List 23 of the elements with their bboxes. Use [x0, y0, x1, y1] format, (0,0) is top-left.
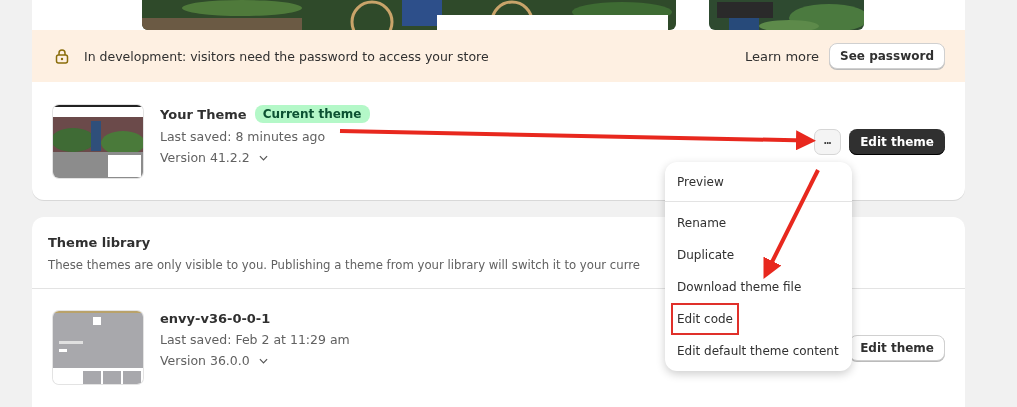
version-dropdown[interactable]: Version 36.0.0 [160, 353, 268, 368]
edit-theme-button[interactable]: Edit theme [849, 129, 945, 155]
version-dropdown[interactable]: Version 41.2.2 [160, 150, 268, 165]
see-password-button[interactable]: See password [829, 43, 945, 69]
theme-name: Your Theme [160, 106, 247, 122]
current-theme-badge: Current theme [254, 105, 370, 123]
lock-icon [54, 48, 70, 64]
menu-item[interactable]: Rename [671, 207, 733, 239]
section-description: These themes are only visible to you. Publishing a theme from your library will switch it to your curre [48, 258, 640, 272]
menu-item[interactable]: Preview [671, 166, 730, 198]
last-saved-text: Last saved: Feb 2 at 11:29 am [160, 332, 350, 347]
menu-item[interactable]: Download theme file [671, 271, 808, 303]
last-saved-text: Last saved: 8 minutes ago [160, 129, 326, 144]
menu-item[interactable]: Edit code [671, 303, 739, 335]
menu-item[interactable]: Edit default theme content [671, 335, 845, 367]
section-title: Theme library [48, 235, 152, 250]
learn-more-link[interactable]: Learn more [744, 48, 820, 64]
chevron-down-icon [258, 357, 268, 364]
banner-message: In development: visitors need the password to access your store [84, 48, 490, 64]
menu-item[interactable]: Duplicate [671, 239, 741, 271]
theme-name: envy-v36-0-0-1 [160, 311, 271, 326]
chevron-down-icon [258, 154, 268, 161]
edit-theme-button[interactable]: Edit theme [849, 335, 945, 361]
